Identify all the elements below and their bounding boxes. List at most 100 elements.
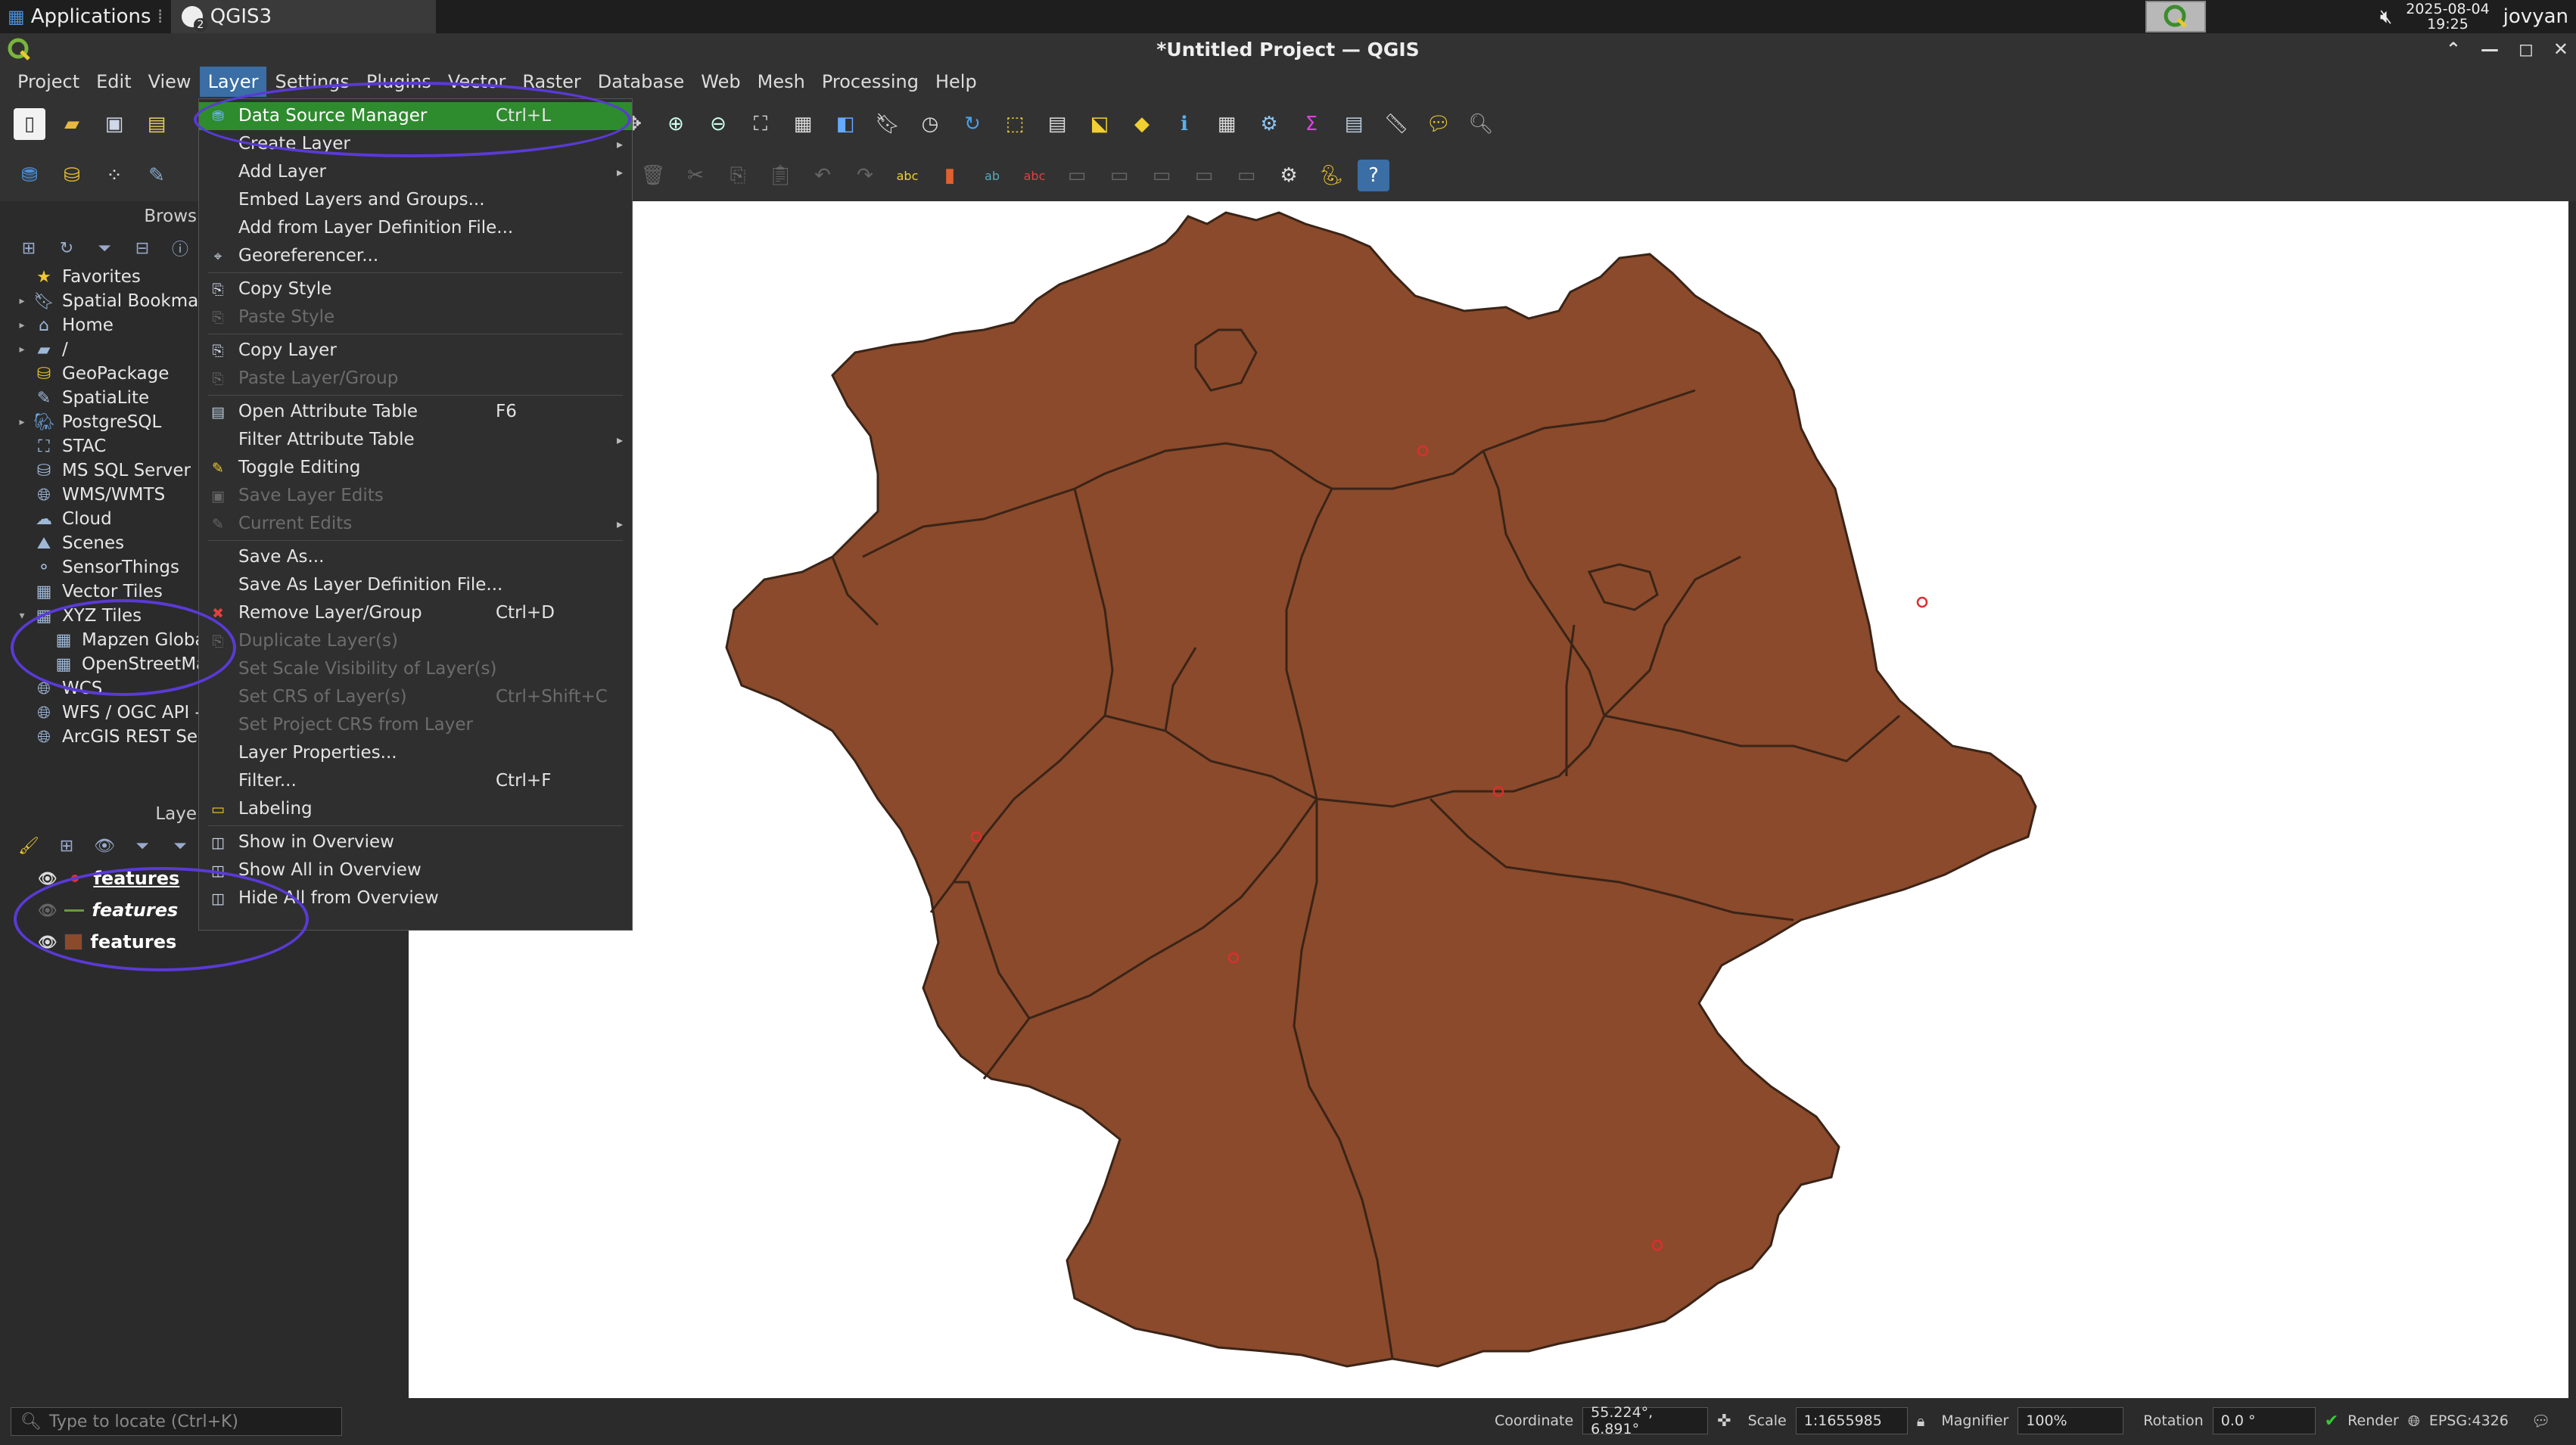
open-table-icon[interactable]: ▤: [1041, 108, 1073, 140]
menu-item-open-attribute-table[interactable]: ▤ Open Attribute Table F6: [199, 398, 632, 426]
expand-arrow-icon[interactable]: ▸: [12, 295, 32, 307]
copy-icon[interactable]: ⎘: [722, 160, 754, 191]
new-project-icon[interactable]: ▯: [14, 108, 45, 140]
label-change-icon[interactable]: ▭: [1146, 160, 1178, 191]
browser-item[interactable]: ▸ 🐘︎ PostgreSQL: [12, 410, 210, 434]
expand-arrow-icon[interactable]: ▸: [12, 343, 32, 356]
bookmark-icon[interactable]: 🔖︎: [872, 108, 904, 140]
crs-label[interactable]: EPSG:4326: [2429, 1412, 2509, 1429]
menu-item-add-layer[interactable]: Add Layer ▸: [199, 158, 632, 186]
menu-item-show-in-overview[interactable]: ◫ Show in Overview: [199, 828, 632, 856]
properties-icon[interactable]: ⓘ: [170, 238, 191, 259]
refresh-icon[interactable]: ↻: [957, 108, 988, 140]
attribute-table-icon[interactable]: ▤: [1338, 108, 1370, 140]
digitize-icon[interactable]: ⁘: [98, 160, 130, 191]
clock[interactable]: 2025-08-04 19:25: [2406, 2, 2489, 32]
visibility-icon[interactable]: 👁︎: [94, 835, 115, 856]
menu-edit[interactable]: Edit: [88, 67, 139, 97]
user-name[interactable]: jovyan: [2503, 5, 2568, 28]
label-toolbar-icon[interactable]: abc: [891, 160, 923, 191]
browser-item[interactable]: ★ Favorites: [12, 265, 210, 289]
browser-item[interactable]: ⚬ SensorThings: [12, 555, 210, 580]
label-rotate-icon[interactable]: ▭: [1103, 160, 1135, 191]
redo-icon[interactable]: ↷: [849, 160, 881, 191]
browser-item[interactable]: ▸ ⌂ Home: [12, 313, 210, 337]
menu-item-show-all-in-overview[interactable]: ◫ Show All in Overview: [199, 856, 632, 884]
magnifier-field[interactable]: 100%: [2018, 1407, 2124, 1434]
menu-database[interactable]: Database: [590, 67, 693, 97]
coordinate-toggle-icon[interactable]: ✜: [1717, 1412, 1731, 1431]
label-show-icon[interactable]: ▭: [1188, 160, 1220, 191]
menu-item-embed-layers-and-groups[interactable]: Embed Layers and Groups...: [199, 186, 632, 214]
menu-item-labeling[interactable]: ▭ Labeling: [199, 795, 632, 823]
magnifier-settings-icon[interactable]: 🔍︎: [1465, 108, 1497, 140]
gear-icon[interactable]: ⚙: [1253, 108, 1285, 140]
menu-project[interactable]: Project: [9, 67, 88, 97]
map-canvas[interactable]: [409, 201, 2568, 1398]
filter-icon[interactable]: ⏷: [94, 238, 115, 259]
zoom-out-icon[interactable]: ⊖: [702, 108, 734, 140]
cut-icon[interactable]: ✂: [680, 160, 711, 191]
rotation-field[interactable]: 0.0 °: [2212, 1407, 2316, 1434]
menu-item-georeferencer[interactable]: ⌖ Georeferencer...: [199, 242, 632, 270]
zoom-last-icon[interactable]: ◧: [829, 108, 861, 140]
qgis-launcher-icon[interactable]: [2145, 1, 2206, 33]
layer-style-icon[interactable]: 🖌︎: [18, 835, 39, 856]
scale-field[interactable]: 1:1655985: [1795, 1407, 1908, 1434]
label-pin-icon[interactable]: ab: [976, 160, 1008, 191]
edit-pencil-icon[interactable]: ✎: [141, 160, 173, 191]
measure-icon[interactable]: 📏︎: [1380, 108, 1412, 140]
zoom-layer-icon[interactable]: ▦: [787, 108, 819, 140]
filter-legend-icon[interactable]: ⏷: [132, 835, 153, 856]
menu-item-copy-layer[interactable]: ⎘ Copy Layer: [199, 337, 632, 365]
zoom-full-icon[interactable]: ⛶: [745, 108, 776, 140]
browser-item[interactable]: ⛶ STAC: [12, 434, 210, 458]
lock-scale-icon[interactable]: 🔒︎: [1917, 1412, 1925, 1430]
label-unpin-icon[interactable]: ▭: [1230, 160, 1262, 191]
save-as-icon[interactable]: ▤: [141, 108, 173, 140]
menu-item-copy-style[interactable]: ⎘ Copy Style: [199, 275, 632, 303]
qgis-task-button[interactable]: 2 QGIS3: [170, 0, 436, 33]
menu-help[interactable]: Help: [927, 67, 985, 97]
temporal-clock-icon[interactable]: ◷: [914, 108, 946, 140]
add-selected-icon[interactable]: ⊞: [18, 238, 39, 259]
expand-arrow-icon[interactable]: ▸: [12, 319, 32, 331]
menu-item-save-as[interactable]: Save As...: [199, 543, 632, 571]
render-checkbox[interactable]: ✔: [2325, 1412, 2338, 1431]
browser-item[interactable]: ▸ ▰ /: [12, 337, 210, 362]
help-icon[interactable]: ?: [1358, 160, 1389, 191]
undo-icon[interactable]: ↶: [807, 160, 838, 191]
browser-item[interactable]: ⛰ Scenes: [12, 531, 210, 555]
paste-icon[interactable]: 📋︎: [764, 160, 796, 191]
menu-item-toggle-editing[interactable]: ✎ Toggle Editing: [199, 454, 632, 482]
locator-bar[interactable]: 🔍︎ Type to locate (Ctrl+K): [11, 1407, 342, 1436]
python-icon[interactable]: 🐍︎: [1315, 160, 1347, 191]
messages-icon[interactable]: 💬︎: [2531, 1412, 2550, 1430]
delete-selected-icon[interactable]: 🗑︎: [637, 160, 669, 191]
data-source-icon[interactable]: ⛃: [14, 160, 45, 191]
add-layer-icon[interactable]: ⛁: [56, 160, 88, 191]
coordinate-field[interactable]: 55.224°, 6.891°: [1582, 1404, 1709, 1437]
select-by-value-icon[interactable]: ◆: [1126, 108, 1158, 140]
shade-icon[interactable]: ⌃: [2446, 39, 2461, 60]
menu-mesh[interactable]: Mesh: [749, 67, 814, 97]
select-features-icon[interactable]: ⬚: [999, 108, 1031, 140]
expand-arrow-icon[interactable]: ▸: [12, 416, 32, 428]
menu-web[interactable]: Web: [692, 67, 748, 97]
label-move-icon[interactable]: ▭: [1061, 160, 1093, 191]
browser-item[interactable]: ☁ Cloud: [12, 507, 210, 531]
field-calc-icon[interactable]: ▦: [1211, 108, 1243, 140]
menu-item-remove-layer-group[interactable]: ✖ Remove Layer/Group Ctrl+D: [199, 599, 632, 627]
filter-expression-icon[interactable]: ⏷: [170, 835, 191, 856]
sum-icon[interactable]: Σ: [1296, 108, 1327, 140]
open-project-icon[interactable]: ▰: [56, 108, 88, 140]
add-group-icon[interactable]: ⊞: [56, 835, 77, 856]
diagram-icon[interactable]: ▮: [934, 160, 966, 191]
browser-item[interactable]: ⛁ GeoPackage: [12, 362, 210, 386]
deselect-icon[interactable]: ⬕: [1084, 108, 1115, 140]
mute-speaker-icon[interactable]: 🔇︎: [2380, 5, 2392, 29]
crs-globe-icon[interactable]: 🌐︎: [2408, 1412, 2420, 1430]
close-icon[interactable]: ✕: [2553, 39, 2568, 60]
label-hide-icon[interactable]: abc: [1019, 160, 1050, 191]
menu-view[interactable]: View: [140, 67, 200, 97]
